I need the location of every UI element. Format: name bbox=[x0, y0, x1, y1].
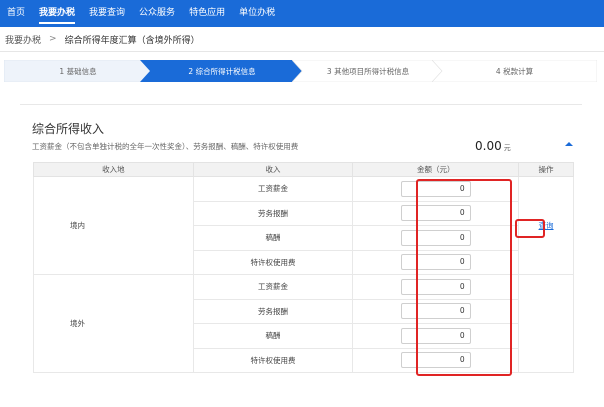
breadcrumb-separator: > bbox=[49, 34, 57, 44]
header-income: 收入 bbox=[192, 162, 354, 177]
header-amount: 金额（元） bbox=[352, 162, 520, 177]
income-type: 稿酬 bbox=[192, 225, 354, 251]
section-description: 工资薪金（不包含单独计税的全年一次性奖金）、劳务报酬、稿酬、特许权使用费 bbox=[32, 142, 299, 151]
step-tax-calculation[interactable]: 4 税款计算 bbox=[432, 60, 597, 82]
income-type: 特许权使用费 bbox=[192, 249, 354, 275]
total-amount: 0.00 元 bbox=[475, 139, 511, 153]
step-tax-calculation-label: 4 税款计算 bbox=[495, 66, 534, 76]
step-comprehensive-income-label: 2 综合所得计税信息 bbox=[188, 66, 256, 76]
breadcrumb-current: 综合所得年度汇算（含境外所得） bbox=[64, 35, 200, 46]
action-cell bbox=[518, 274, 574, 373]
table-header-row: 收入地 收入 金额（元） 操作 bbox=[33, 162, 574, 177]
step-basic-info-label: 1 基础信息 bbox=[59, 66, 97, 76]
step-progress-bar: 1 基础信息 2 综合所得计税信息 3 其他项目所得计税信息 4 税款计算 bbox=[4, 60, 597, 82]
income-type: 劳务报酬 bbox=[192, 200, 354, 226]
income-type: 劳务报酬 bbox=[192, 298, 354, 324]
header-action: 操作 bbox=[518, 162, 574, 177]
query-link-highlight bbox=[515, 219, 545, 238]
nav-item-unit-tax[interactable]: 单位办税 bbox=[232, 0, 282, 27]
breadcrumb-root[interactable]: 我要办税 bbox=[5, 33, 41, 46]
step-other-income[interactable]: 3 其他项目所得计税信息 bbox=[292, 60, 444, 82]
region-overseas: 境外 bbox=[33, 274, 194, 373]
chevron-up-icon[interactable] bbox=[565, 140, 573, 148]
income-type: 特许权使用费 bbox=[192, 347, 354, 373]
income-type: 工资薪金 bbox=[192, 176, 354, 202]
income-type: 稿酬 bbox=[192, 323, 354, 349]
step-comprehensive-income[interactable]: 2 综合所得计税信息 bbox=[140, 60, 304, 82]
header-region: 收入地 bbox=[33, 162, 194, 177]
income-type: 工资薪金 bbox=[192, 274, 354, 300]
nav-item-tax-filing[interactable]: 我要办税 bbox=[32, 0, 82, 27]
section-title: 综合所得收入 bbox=[32, 122, 105, 136]
breadcrumb: 我要办税 > 综合所得年度汇算（含境外所得） bbox=[0, 27, 604, 52]
nav-item-home[interactable]: 首页 bbox=[0, 0, 32, 27]
total-amount-value: 0.00 bbox=[475, 139, 502, 153]
step-basic-info[interactable]: 1 基础信息 bbox=[4, 60, 152, 82]
nav-item-public-service[interactable]: 公众服务 bbox=[132, 0, 182, 27]
nav-item-query[interactable]: 我要查询 bbox=[82, 0, 132, 27]
nav-item-featured-apps[interactable]: 特色应用 bbox=[182, 0, 232, 27]
amount-column-highlight bbox=[416, 179, 512, 376]
region-domestic: 境内 bbox=[33, 176, 194, 275]
step-other-income-label: 3 其他项目所得计税信息 bbox=[326, 66, 410, 76]
total-amount-unit: 元 bbox=[503, 144, 511, 152]
top-navigation: 首页 我要办税 我要查询 公众服务 特色应用 单位办税 bbox=[0, 0, 604, 27]
